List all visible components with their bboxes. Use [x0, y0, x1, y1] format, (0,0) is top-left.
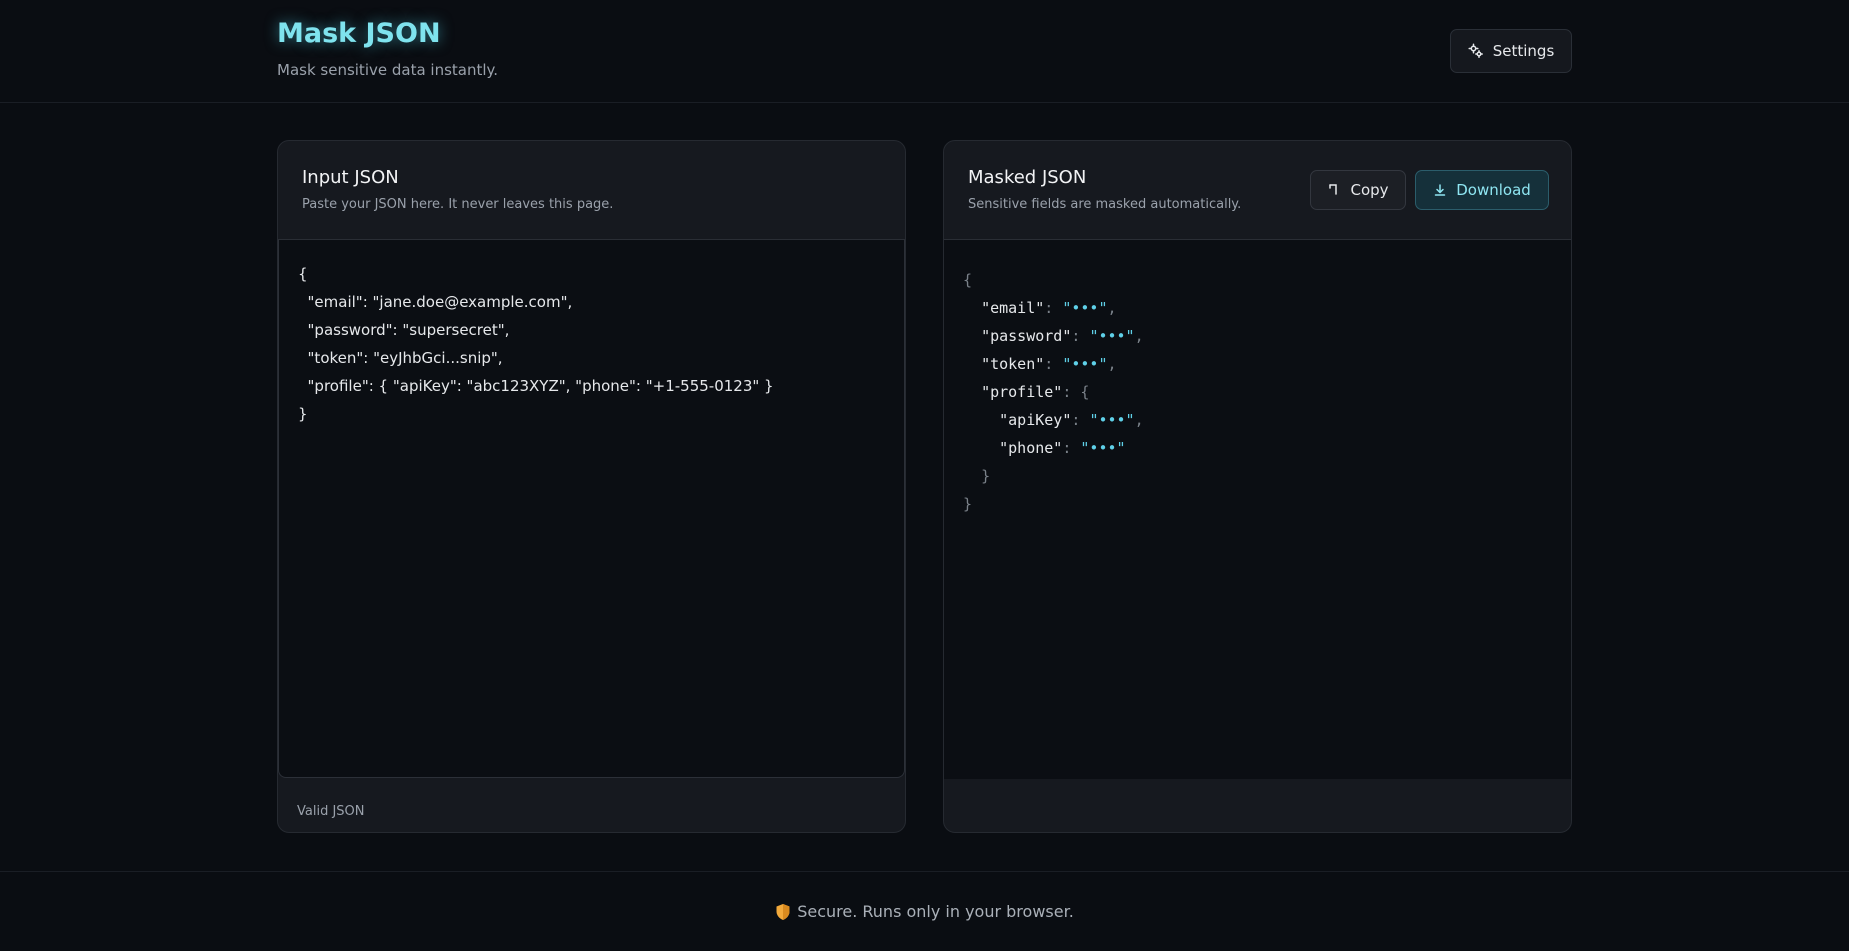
- input-panel-title: Input JSON: [302, 167, 399, 188]
- output-panel: Masked JSON Sensitive fields are masked …: [943, 140, 1572, 833]
- input-panel-subtitle: Paste your JSON here. It never leaves th…: [302, 197, 614, 212]
- input-panel: Input JSON Paste your JSON here. It neve…: [277, 140, 906, 833]
- json-key-phone: "phone": [999, 439, 1063, 457]
- masked-value: "•••": [1062, 355, 1108, 373]
- output-panel-title: Masked JSON: [968, 167, 1087, 188]
- masked-value: "•••": [1062, 299, 1108, 317]
- app-footer: Secure. Runs only in your browser.: [0, 871, 1849, 951]
- download-button[interactable]: Download: [1415, 170, 1549, 210]
- json-key-password: "password": [981, 327, 1072, 345]
- json-key-token: "token": [981, 355, 1045, 373]
- copy-button[interactable]: Copy: [1310, 170, 1406, 210]
- masked-value: "•••": [1089, 411, 1135, 429]
- output-panel-header: Masked JSON Sensitive fields are masked …: [944, 141, 1571, 240]
- json-key-profile: "profile": [981, 383, 1063, 401]
- masked-json-output: { "email": "•••", "password": "•••", "to…: [944, 240, 1571, 779]
- download-icon: [1433, 183, 1447, 197]
- input-panel-footer: Valid JSON: [278, 778, 905, 832]
- footer-text: Secure. Runs only in your browser.: [797, 902, 1074, 921]
- validation-status: Valid JSON: [297, 804, 365, 819]
- download-label: Download: [1456, 181, 1531, 199]
- json-key-apikey: "apiKey": [999, 411, 1072, 429]
- json-key-email: "email": [981, 299, 1045, 317]
- settings-button[interactable]: Settings: [1450, 29, 1572, 73]
- copy-label: Copy: [1350, 181, 1389, 199]
- settings-label: Settings: [1492, 42, 1555, 60]
- copy-icon: [1327, 183, 1341, 197]
- output-panel-subtitle: Sensitive fields are masked automaticall…: [968, 197, 1242, 212]
- app-subtitle: Mask sensitive data instantly.: [277, 61, 499, 79]
- masked-value: "•••": [1089, 327, 1135, 345]
- settings-icon: [1468, 43, 1484, 59]
- shield-icon: [775, 903, 791, 921]
- json-input[interactable]: { "email": "jane.doe@example.com", "pass…: [278, 240, 905, 778]
- app-header: Mask JSON Mask sensitive data instantly.…: [0, 0, 1849, 103]
- app-title: Mask JSON: [277, 18, 441, 49]
- masked-value: "•••": [1080, 439, 1126, 457]
- input-panel-header: Input JSON Paste your JSON here. It neve…: [278, 141, 905, 240]
